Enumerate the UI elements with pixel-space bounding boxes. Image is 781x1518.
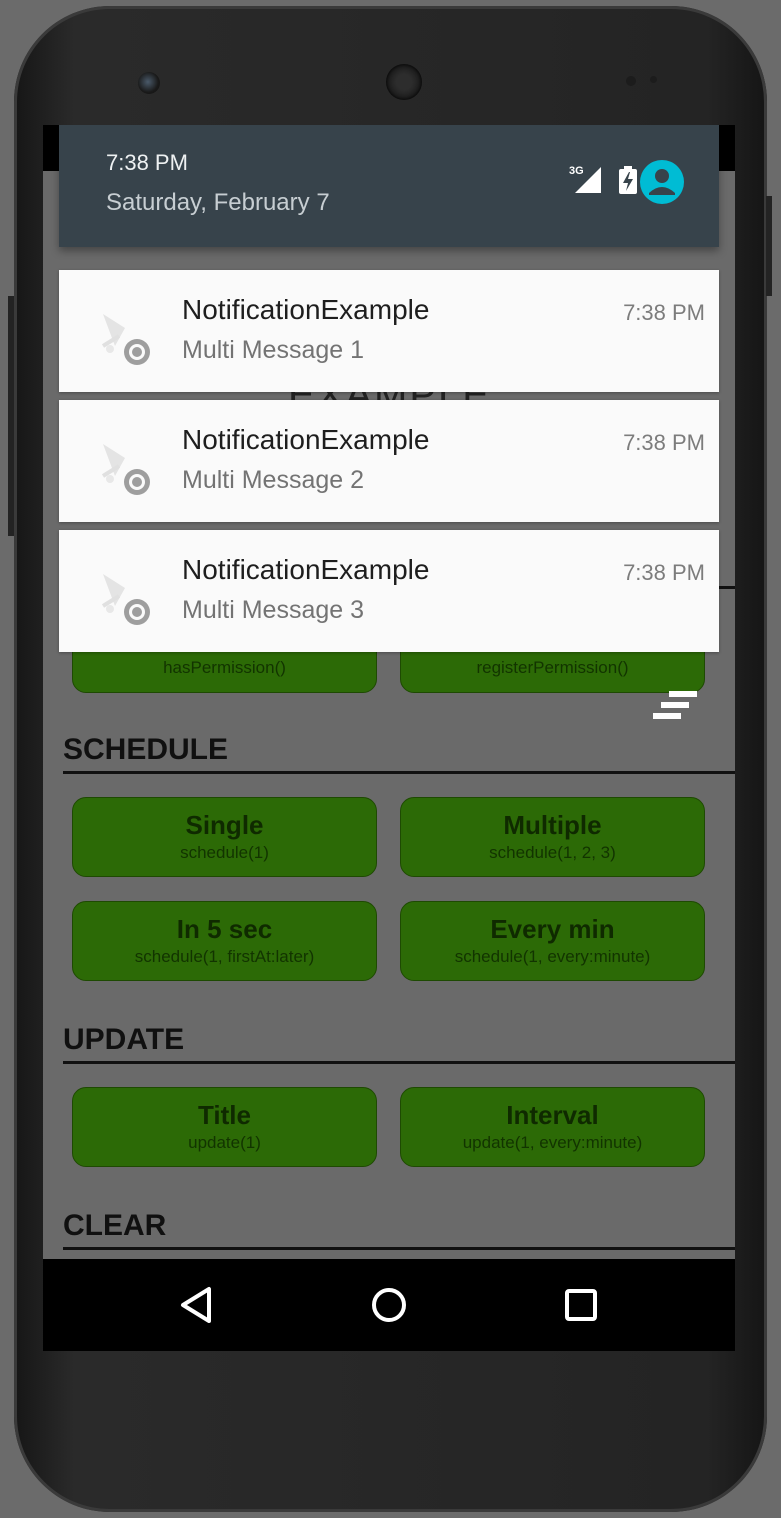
interval-update-sub: update(1, every:minute) — [462, 1133, 643, 1152]
clear-rule — [63, 1247, 735, 1250]
notification-card[interactable]: NotificationExample Multi Message 2 7:38… — [59, 400, 719, 522]
date[interactable]: Saturday, February 7 — [106, 189, 330, 217]
notification-text: Multi Message 3 — [182, 596, 365, 624]
interval-update-label: Interval — [506, 1100, 599, 1130]
update-heading: UPDATE — [63, 1023, 185, 1056]
screen: EXAMPLE hasPermission() registerPermissi… — [43, 125, 735, 1351]
notification-time: 7:38 PM — [623, 560, 705, 585]
register-permission-sub: registerPermission() — [476, 658, 629, 677]
battery-charging-icon — [619, 166, 637, 194]
single-sub: schedule(1) — [180, 843, 269, 862]
in-5-sec-button[interactable]: In 5 sec schedule(1, firstAt:later) — [72, 901, 377, 981]
multiple-button[interactable]: Multiple schedule(1, 2, 3) — [400, 797, 705, 877]
clear-heading: CLEAR — [63, 1209, 167, 1242]
every-min-label: Every min — [490, 914, 615, 944]
clock: 7:38 PM — [106, 150, 188, 175]
notification-title: NotificationExample — [182, 294, 430, 325]
single-button[interactable]: Single schedule(1) — [72, 797, 377, 877]
single-label: Single — [185, 810, 264, 840]
notification-bell-icon — [101, 314, 150, 365]
earpiece-speaker — [386, 64, 422, 100]
clear-all-icon[interactable] — [649, 689, 699, 723]
signal-3g-icon — [575, 167, 601, 193]
has-permission-sub: hasPermission() — [163, 658, 286, 677]
back-icon[interactable] — [175, 1283, 219, 1327]
navigation-bar — [43, 1259, 735, 1351]
notification-bell-icon — [101, 444, 150, 495]
light-sensor — [650, 76, 657, 83]
account-icon[interactable] — [639, 159, 685, 205]
home-icon[interactable] — [367, 1283, 411, 1327]
every-min-button[interactable]: Every min schedule(1, every:minute) — [400, 901, 705, 981]
multiple-label: Multiple — [503, 810, 602, 840]
in-5-sec-label: In 5 sec — [176, 914, 273, 944]
schedule-heading: SCHEDULE — [63, 733, 229, 766]
notification-shade-header: 7:38 PM Saturday, February 7 3G — [59, 125, 719, 247]
multiple-sub: schedule(1, 2, 3) — [489, 843, 616, 862]
title-update-sub: update(1) — [188, 1133, 261, 1152]
notification-title: NotificationExample — [182, 554, 430, 585]
every-min-sub: schedule(1, every:minute) — [454, 947, 651, 966]
in-5-sec-sub: schedule(1, firstAt:later) — [134, 947, 315, 966]
proximity-sensor — [626, 76, 636, 86]
title-update-button[interactable]: Title update(1) — [72, 1087, 377, 1167]
interval-update-button[interactable]: Interval update(1, every:minute) — [400, 1087, 705, 1167]
notification-time: 7:38 PM — [623, 430, 705, 455]
notification-text: Multi Message 2 — [182, 466, 365, 494]
front-camera — [138, 72, 160, 94]
notification-title: NotificationExample — [182, 424, 430, 455]
title-update-label: Title — [198, 1100, 251, 1130]
schedule-rule — [63, 771, 735, 774]
update-rule — [63, 1061, 735, 1064]
notification-time: 7:38 PM — [623, 300, 705, 325]
recents-icon[interactable] — [559, 1283, 603, 1327]
notification-bell-icon — [101, 574, 150, 625]
notification-card[interactable]: NotificationExample Multi Message 1 7:38… — [59, 270, 719, 392]
volume-button — [8, 296, 14, 536]
power-button — [766, 196, 772, 296]
notification-card[interactable]: NotificationExample Multi Message 3 7:38… — [59, 530, 719, 652]
notification-text: Multi Message 1 — [182, 336, 365, 364]
